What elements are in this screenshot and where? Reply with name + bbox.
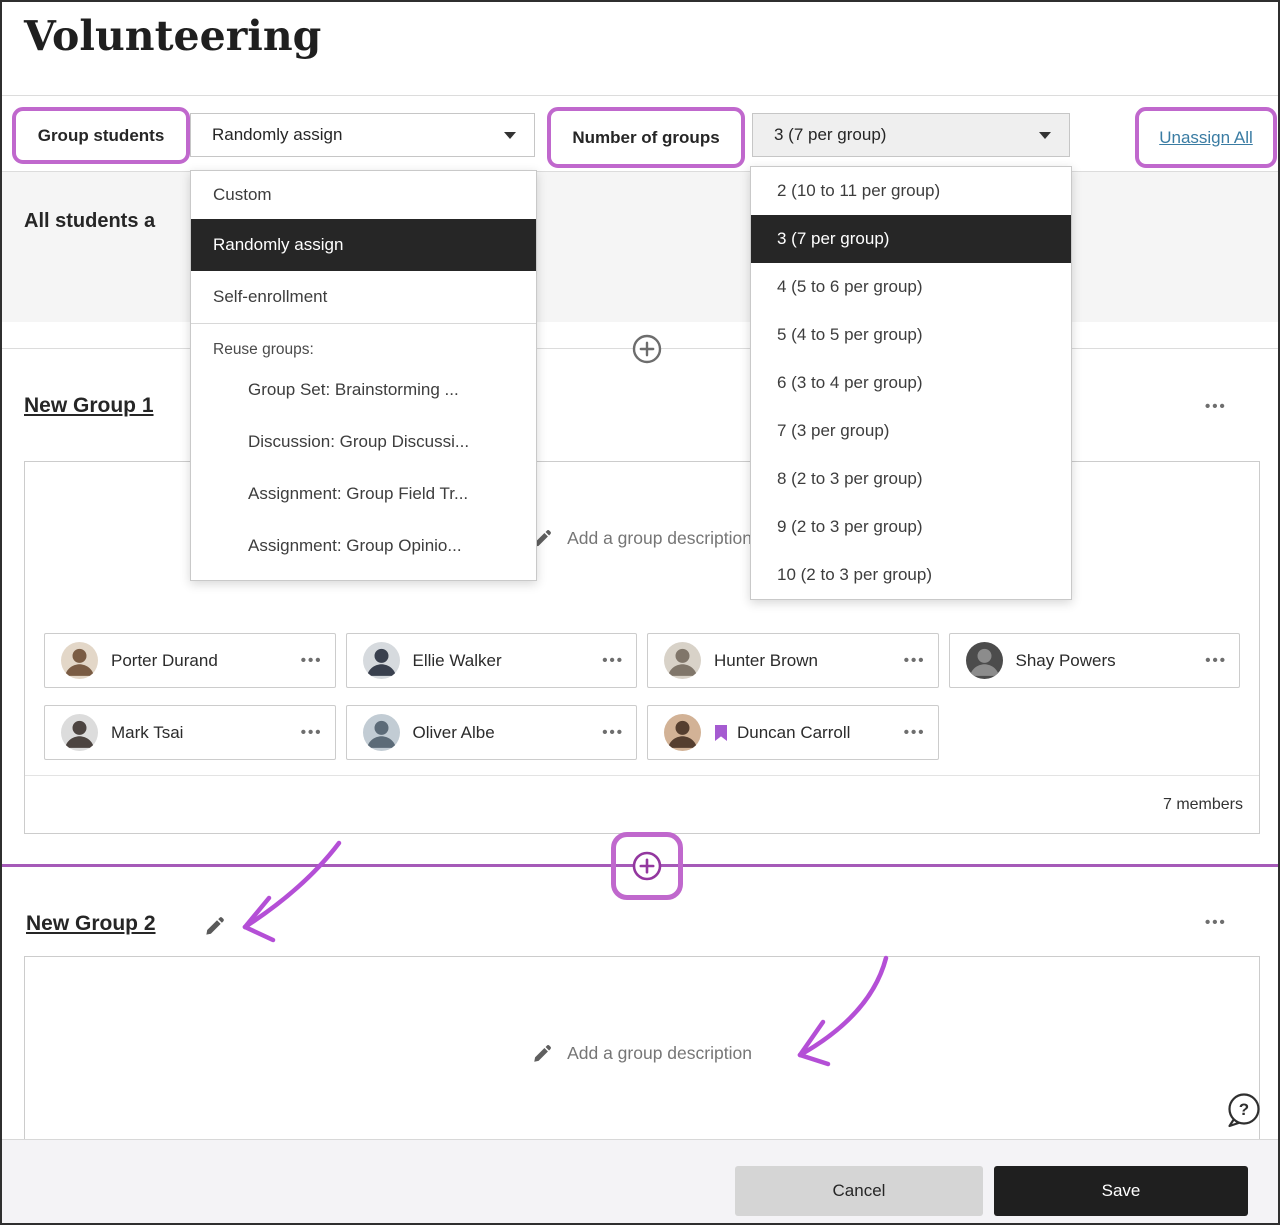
annotation-group-students: Group students bbox=[12, 107, 190, 164]
group2-description-placeholder: Add a group description bbox=[567, 1043, 752, 1064]
member-overflow-button[interactable]: ••• bbox=[301, 652, 323, 669]
member-card[interactable]: Ellie Walker ••• bbox=[346, 633, 638, 688]
arrow-to-group-name-pencil bbox=[245, 843, 339, 940]
footer-bar: Cancel Save bbox=[2, 1139, 1278, 1225]
group2-overflow-button[interactable]: ••• bbox=[1205, 914, 1227, 931]
group-students-label: Group students bbox=[38, 126, 165, 146]
menu-item-custom[interactable]: Custom bbox=[191, 171, 536, 219]
menu-item-6-groups[interactable]: 6 (3 to 4 per group) bbox=[751, 359, 1071, 407]
menu-item-self-enrollment[interactable]: Self-enrollment bbox=[191, 271, 536, 323]
menu-item-9-groups[interactable]: 9 (2 to 3 per group) bbox=[751, 503, 1071, 551]
group1-description-placeholder: Add a group description bbox=[567, 528, 752, 549]
group1-footer: 7 members bbox=[25, 775, 1259, 833]
member-name: Mark Tsai bbox=[111, 723, 288, 743]
group-students-menu: Custom Randomly assign Self-enrollment R… bbox=[190, 170, 537, 581]
pencil-icon bbox=[532, 1043, 553, 1064]
menu-item-10-groups[interactable]: 10 (2 to 3 per group) bbox=[751, 551, 1071, 599]
member-overflow-button[interactable]: ••• bbox=[301, 724, 323, 741]
avatar bbox=[363, 642, 400, 679]
member-count: 7 members bbox=[1163, 796, 1243, 814]
number-of-groups-menu: 2 (10 to 11 per group) 3 (7 per group) 4… bbox=[750, 166, 1072, 600]
add-group-button-top[interactable] bbox=[631, 333, 663, 365]
menu-item-2-groups[interactable]: 2 (10 to 11 per group) bbox=[751, 167, 1071, 215]
menu-item-reuse-assignment-2[interactable]: Assignment: Group Opinio... bbox=[191, 520, 536, 572]
cancel-button[interactable]: Cancel bbox=[735, 1166, 983, 1216]
group2-name-link[interactable]: New Group 2 bbox=[26, 912, 156, 936]
page-title: Volunteering bbox=[24, 12, 321, 60]
member-card[interactable]: Shay Powers ••• bbox=[949, 633, 1241, 688]
menu-item-reuse-group-set[interactable]: Group Set: Brainstorming ... bbox=[191, 364, 536, 416]
menu-item-8-groups[interactable]: 8 (2 to 3 per group) bbox=[751, 455, 1071, 503]
member-overflow-button[interactable]: ••• bbox=[904, 652, 926, 669]
number-of-groups-value: 3 (7 per group) bbox=[774, 125, 886, 145]
member-overflow-button[interactable]: ••• bbox=[1205, 652, 1227, 669]
avatar bbox=[664, 642, 701, 679]
member-card[interactable]: Mark Tsai ••• bbox=[44, 705, 336, 760]
member-name: Oliver Albe bbox=[413, 723, 590, 743]
avatar bbox=[664, 714, 701, 751]
menu-item-5-groups[interactable]: 5 (4 to 5 per group) bbox=[751, 311, 1071, 359]
help-button[interactable]: ? bbox=[1224, 1090, 1264, 1130]
annotation-unassign-all: Unassign All bbox=[1135, 107, 1277, 168]
menu-item-7-groups[interactable]: 7 (3 per group) bbox=[751, 407, 1071, 455]
reuse-groups-heading: Reuse groups: bbox=[191, 324, 536, 364]
help-icon: ? bbox=[1224, 1090, 1264, 1130]
edit-group-name-pencil-icon[interactable] bbox=[204, 915, 226, 937]
circle-plus-icon bbox=[631, 333, 663, 365]
bookmark-icon bbox=[714, 724, 728, 742]
group-students-value: Randomly assign bbox=[212, 125, 342, 145]
member-overflow-button[interactable]: ••• bbox=[904, 724, 926, 741]
page-header: Volunteering bbox=[2, 2, 1278, 96]
group2-box: Add a group description bbox=[24, 956, 1260, 1139]
menu-item-reuse-discussion[interactable]: Discussion: Group Discussi... bbox=[191, 416, 536, 468]
member-name: Shay Powers bbox=[1016, 651, 1193, 671]
number-of-groups-label: Number of groups bbox=[572, 128, 719, 148]
menu-item-3-groups[interactable]: 3 (7 per group) bbox=[751, 215, 1071, 263]
number-of-groups-select[interactable]: 3 (7 per group) bbox=[752, 113, 1070, 157]
svg-text:?: ? bbox=[1239, 1100, 1249, 1119]
member-name: Ellie Walker bbox=[413, 651, 590, 671]
menu-item-4-groups[interactable]: 4 (5 to 6 per group) bbox=[751, 263, 1071, 311]
group-students-select[interactable]: Randomly assign bbox=[190, 113, 535, 157]
save-button[interactable]: Save bbox=[994, 1166, 1248, 1216]
avatar bbox=[363, 714, 400, 751]
member-name: Duncan Carroll bbox=[737, 723, 891, 743]
group1-member-grid: Porter Durand ••• Ellie Walker ••• Hunte… bbox=[25, 615, 1259, 760]
unassign-all-link[interactable]: Unassign All bbox=[1159, 128, 1253, 148]
menu-item-reuse-assignment-1[interactable]: Assignment: Group Field Tr... bbox=[191, 468, 536, 520]
group2-description-field[interactable]: Add a group description bbox=[25, 957, 1259, 1139]
toolbar: Group students Randomly assign Number of… bbox=[2, 97, 1278, 172]
add-group-button-middle[interactable] bbox=[631, 850, 663, 882]
member-overflow-button[interactable]: ••• bbox=[602, 724, 624, 741]
annotation-number-of-groups: Number of groups bbox=[547, 107, 745, 168]
avatar bbox=[61, 714, 98, 751]
group1-name-link[interactable]: New Group 1 bbox=[24, 394, 154, 418]
avatar bbox=[61, 642, 98, 679]
page: Volunteering Group students Randomly ass… bbox=[0, 0, 1280, 1225]
member-card[interactable]: Porter Durand ••• bbox=[44, 633, 336, 688]
avatar bbox=[966, 642, 1003, 679]
menu-item-randomly-assign[interactable]: Randomly assign bbox=[191, 219, 536, 271]
member-card[interactable]: Duncan Carroll ••• bbox=[647, 705, 939, 760]
member-name: Porter Durand bbox=[111, 651, 288, 671]
chevron-down-icon bbox=[1039, 132, 1051, 139]
member-card[interactable]: Hunter Brown ••• bbox=[647, 633, 939, 688]
member-name: Hunter Brown bbox=[714, 651, 891, 671]
students-banner-text: All students a bbox=[24, 210, 155, 233]
chevron-down-icon bbox=[504, 132, 516, 139]
circle-plus-icon bbox=[631, 850, 663, 882]
member-card[interactable]: Oliver Albe ••• bbox=[346, 705, 638, 760]
group1-overflow-button[interactable]: ••• bbox=[1205, 398, 1227, 415]
member-overflow-button[interactable]: ••• bbox=[602, 652, 624, 669]
